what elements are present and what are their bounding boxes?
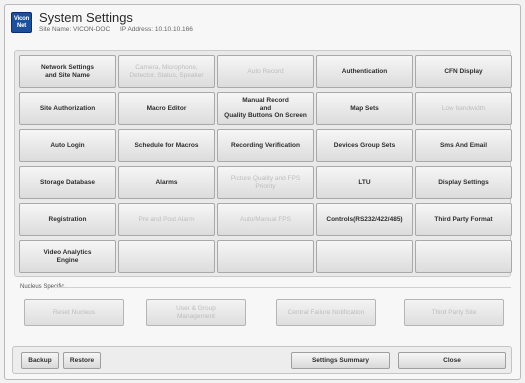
- setting-button-network-settings-and-site-name[interactable]: Network Settings and Site Name: [19, 55, 116, 88]
- site-name-text: Site Name: VICON-DOC: [39, 26, 111, 33]
- third-party-site-button[interactable]: Third Party Site: [404, 299, 504, 326]
- close-button[interactable]: Close: [398, 352, 506, 369]
- user-group-management-button[interactable]: User & Group Management: [146, 299, 246, 326]
- setting-button-third-party-format[interactable]: Third Party Format: [415, 203, 512, 236]
- central-failure-notification-button[interactable]: Central Failure Notification: [276, 299, 376, 326]
- backup-button[interactable]: Backup: [21, 352, 59, 369]
- setting-button-empty-slot-26: [118, 240, 215, 273]
- settings-grid: Network Settings and Site Name Camera, Mi…: [19, 55, 512, 273]
- setting-button-pre-and-post-alarm[interactable]: Pre and Post Alarm: [118, 203, 215, 236]
- setting-button-recording-verification[interactable]: Recording Verification: [217, 129, 314, 162]
- ip-address-text: IP Address: 10.10.10.166: [119, 26, 193, 33]
- setting-button-sms-and-email[interactable]: Sms And Email: [415, 129, 512, 162]
- setting-button-registration[interactable]: Registration: [19, 203, 116, 236]
- nucleus-divider: [52, 287, 511, 288]
- setting-button-auto-login[interactable]: Auto Login: [19, 129, 116, 162]
- setting-button-site-authorization[interactable]: Site Authorization: [19, 92, 116, 125]
- site-info: Site Name: VICON-DOC IP Address: 10.10.1…: [39, 26, 201, 33]
- header: Vicon Net System Settings Site Name: VIC…: [5, 5, 520, 41]
- page-title: System Settings: [39, 10, 133, 25]
- footer-bar: Backup Restore Settings Summary Close: [12, 346, 512, 374]
- setting-button-manual-record-and-quality-buttons-on-screen[interactable]: Manual Record and Quality Buttons On Scr…: [217, 92, 314, 125]
- restore-button[interactable]: Restore: [63, 352, 101, 369]
- setting-button-macro-editor[interactable]: Macro Editor: [118, 92, 215, 125]
- setting-button-display-settings[interactable]: Display Settings: [415, 166, 512, 199]
- setting-button-low-bandwidth[interactable]: Low bandwidth: [415, 92, 512, 125]
- setting-button-ltu[interactable]: LTU: [316, 166, 413, 199]
- setting-button-picture-quality-and-fps-priority[interactable]: Picture Quality and FPS Priority: [217, 166, 314, 199]
- setting-button-storage-database[interactable]: Storage Database: [19, 166, 116, 199]
- setting-button-empty-slot-27: [217, 240, 314, 273]
- setting-button-cfn-display[interactable]: CFN Display: [415, 55, 512, 88]
- setting-button-auto-record[interactable]: Auto Record: [217, 55, 314, 88]
- viconnet-logo-icon: Vicon Net: [11, 12, 32, 33]
- setting-button-auto-manual-fps[interactable]: Auto/Manual FPS: [217, 203, 314, 236]
- settings-grid-panel: Network Settings and Site Name Camera, Mi…: [14, 50, 512, 277]
- reset-nucleus-button[interactable]: Reset Nucleus: [24, 299, 124, 326]
- setting-button-empty-slot-29: [415, 240, 512, 273]
- setting-button-video-analytics-engine[interactable]: Video Analytics Engine: [19, 240, 116, 273]
- setting-button-alarms[interactable]: Alarms: [118, 166, 215, 199]
- setting-button-camera-microphone-detector-status-speaker[interactable]: Camera, Microphone, Detector, Status, Sp…: [118, 55, 215, 88]
- settings-summary-button[interactable]: Settings Summary: [291, 352, 390, 369]
- setting-button-controls-rs232-422-485[interactable]: Controls(RS232/422/485): [316, 203, 413, 236]
- setting-button-devices-group-sets[interactable]: Devices Group Sets: [316, 129, 413, 162]
- setting-button-schedule-for-macros[interactable]: Schedule for Macros: [118, 129, 215, 162]
- setting-button-empty-slot-28: [316, 240, 413, 273]
- setting-button-authentication[interactable]: Authentication: [316, 55, 413, 88]
- setting-button-map-sets[interactable]: Map Sets: [316, 92, 413, 125]
